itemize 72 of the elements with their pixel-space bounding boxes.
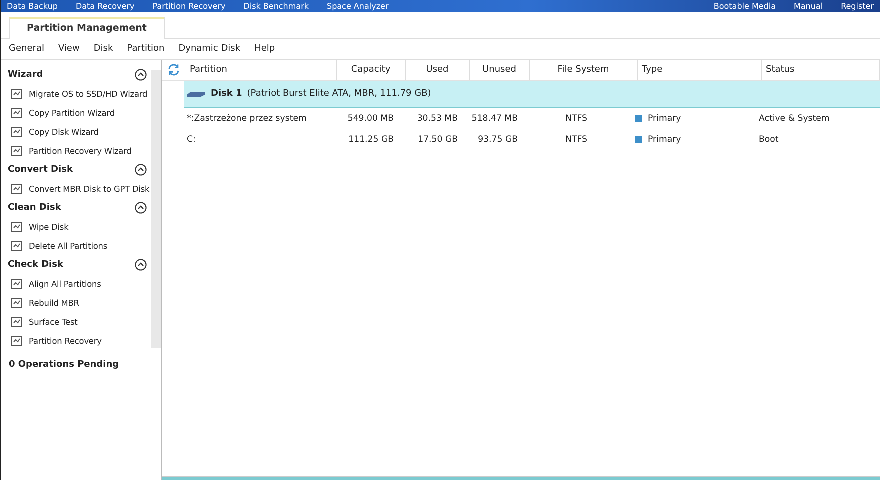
menu-item[interactable]: Disk [94, 44, 114, 54]
section-title: Check Disk [8, 260, 64, 270]
table-cell: 549.00 MB [348, 114, 394, 124]
disk-name: Disk 1 [211, 89, 242, 99]
collapse-icon[interactable] [135, 68, 147, 80]
menu-item[interactable]: Dynamic Disk [178, 44, 241, 54]
table-cell: *:Zastrzeżone przez system [187, 114, 307, 124]
tool-icon [11, 126, 23, 138]
menu-item[interactable]: Partition [127, 44, 165, 54]
nav-link[interactable]: Data Backup [7, 0, 58, 12]
tool-icon [11, 182, 23, 194]
table-cell: C: [187, 134, 196, 144]
sidebar-item[interactable]: Migrate OS to SSD/HD Wizard [8, 84, 151, 103]
column-header[interactable]: File System [530, 60, 638, 80]
tool-icon [11, 106, 23, 118]
sidebar-item[interactable]: Copy Disk Wizard [8, 122, 151, 141]
tool-icon [11, 220, 23, 232]
sidebar-item[interactable]: Convert MBR Disk to GPT Disk [8, 179, 151, 198]
column-header[interactable]: Partition [190, 60, 337, 80]
disk-row[interactable]: Disk 1 (Patriot Burst Elite ATA, MBR, 111.79 GB) [184, 81, 880, 108]
menu-item[interactable]: Help [254, 44, 276, 54]
sidebar-item[interactable]: Wipe Disk [8, 217, 151, 236]
refresh-icon[interactable] [167, 63, 181, 77]
column-header[interactable]: Capacity [337, 60, 406, 80]
nav-link[interactable]: Data Recovery [76, 0, 135, 12]
collapse-icon[interactable] [135, 202, 147, 214]
sidebar-item[interactable]: Align All Partitions [8, 274, 151, 293]
tool-icon [11, 296, 23, 308]
table-cell: 93.75 GB [478, 134, 518, 144]
column-header[interactable]: Used [406, 60, 470, 80]
table-cell: NTFS [566, 134, 588, 144]
table-cell: Primary [648, 134, 682, 144]
sidebar-item[interactable]: Delete All Partitions [8, 236, 151, 255]
collapse-icon[interactable] [135, 164, 147, 176]
table-cell: Primary [648, 114, 682, 124]
nav-link[interactable]: Manual [794, 0, 824, 12]
menu-item[interactable]: General [9, 44, 44, 54]
nav-link[interactable]: Space Analyzer [327, 0, 389, 12]
section-title: Clean Disk [8, 202, 62, 212]
pending-operations: 0 Operations Pending [8, 359, 120, 372]
table-cell: 17.50 GB [418, 134, 458, 144]
column-header[interactable]: Status [762, 60, 880, 80]
column-header[interactable]: Unused [470, 60, 530, 80]
table-cell: 111.25 GB [348, 134, 394, 144]
nav-link[interactable]: Bootable Media [714, 0, 776, 12]
tool-icon [11, 240, 23, 252]
table-cell: Boot [759, 134, 779, 144]
tool-icon [11, 278, 23, 290]
tab[interactable]: Partition Management [9, 17, 165, 39]
scrollbar[interactable] [151, 70, 161, 348]
sidebar-item[interactable]: Partition Recovery [8, 331, 151, 350]
disk-details: (Patriot Burst Elite ATA, MBR, 111.79 GB) [247, 89, 432, 99]
sidebar-item[interactable]: Partition Recovery Wizard [8, 141, 151, 160]
nav-link[interactable]: Register [841, 0, 874, 12]
collapse-icon[interactable] [135, 258, 147, 270]
table-cell: 518.47 MB [472, 114, 518, 124]
table-cell: NTFS [566, 114, 588, 124]
nav-link[interactable]: Disk Benchmark [244, 0, 309, 12]
section-title: Wizard [8, 70, 44, 80]
tool-icon [11, 316, 23, 328]
sidebar-item[interactable]: Surface Test [8, 312, 151, 331]
table-cell: Active & System [759, 114, 830, 124]
table-cell: 30.53 MB [417, 114, 458, 124]
tool-icon [11, 334, 23, 346]
tool-icon [11, 88, 23, 100]
menu-item[interactable]: View [58, 44, 80, 54]
tool-icon [11, 144, 23, 156]
sidebar-item[interactable]: Copy Partition Wizard [8, 103, 151, 122]
section-title: Convert Disk [8, 164, 73, 174]
sidebar-item[interactable]: Rebuild MBR [8, 293, 151, 312]
nav-link[interactable]: Partition Recovery [152, 0, 226, 12]
column-header[interactable]: Type [638, 60, 762, 80]
